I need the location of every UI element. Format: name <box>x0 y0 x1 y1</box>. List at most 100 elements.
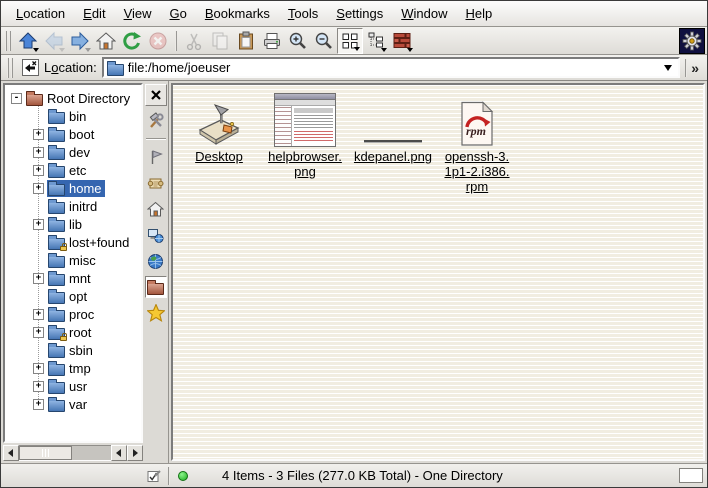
status-text: 4 Items - 3 Files (277.0 KB Total) - One… <box>222 468 503 483</box>
tree-view-button[interactable] <box>363 28 389 54</box>
clear-location-button[interactable] <box>22 59 39 76</box>
locked-folder-icon <box>48 238 65 250</box>
tree-item-lost-found[interactable]: lost+found <box>5 233 141 251</box>
file-item-helpbrowser[interactable]: helpbrowser.png <box>265 91 345 179</box>
tree-item-var[interactable]: + var <box>5 395 141 413</box>
up-button[interactable] <box>15 28 41 54</box>
tree-horizontal-scrollbar[interactable] <box>3 445 143 461</box>
close-icon <box>149 88 163 102</box>
file-label[interactable]: kdepanel.png <box>351 149 435 164</box>
expander-icon[interactable]: + <box>33 363 44 374</box>
location-dropdown-button[interactable] <box>660 60 675 75</box>
tree-item-usr[interactable]: + usr <box>5 377 141 395</box>
menu-go[interactable]: Go <box>161 3 196 24</box>
file-item-kdepanel[interactable]: kdepanel.png <box>351 91 435 164</box>
tree-item-initrd[interactable]: initrd <box>5 197 141 215</box>
print-button[interactable] <box>259 28 285 54</box>
sidebar-tab-root-directory[interactable] <box>145 276 167 298</box>
icon-view-button[interactable] <box>337 28 363 54</box>
location-toolbar: Location: file:/home/joeuser » <box>1 55 707 81</box>
statusbar-toggle-button[interactable] <box>145 467 162 484</box>
tree-item-home[interactable]: + home <box>5 179 141 197</box>
toolbar-overflow-button[interactable]: » <box>685 59 703 77</box>
menu-help[interactable]: Help <box>457 3 502 24</box>
paste-button[interactable] <box>233 28 259 54</box>
configure-tools-icon <box>147 112 165 130</box>
tree-item-boot[interactable]: + boot <box>5 125 141 143</box>
menu-window[interactable]: Window <box>392 3 456 24</box>
collapse-expander-icon[interactable]: - <box>11 93 22 104</box>
locked-folder-icon <box>48 328 65 340</box>
expander-icon[interactable]: + <box>33 129 44 140</box>
tree-item-lib[interactable]: + lib <box>5 215 141 233</box>
menu-bookmarks[interactable]: Bookmarks <box>196 3 279 24</box>
folder-icon <box>48 220 65 232</box>
sidebar-tab-network[interactable] <box>145 224 167 246</box>
tree-item-tmp[interactable]: + tmp <box>5 359 141 377</box>
cut-scissors-icon <box>184 31 204 51</box>
expander-icon[interactable]: + <box>33 147 44 158</box>
file-label[interactable]: Desktop <box>184 149 254 164</box>
expander-icon[interactable]: + <box>33 219 44 230</box>
sidebar-configure-button[interactable] <box>145 110 167 132</box>
status-bar: 4 Items - 3 Files (277.0 KB Total) - One… <box>1 463 707 487</box>
home-button[interactable] <box>93 28 119 54</box>
menu-view[interactable]: View <box>115 3 161 24</box>
file-label[interactable]: openssh-3.1p1-2.i386.rpm <box>444 149 510 194</box>
menu-settings[interactable]: Settings <box>327 3 392 24</box>
reload-button[interactable] <box>119 28 145 54</box>
scroll-right-button[interactable] <box>127 445 143 461</box>
main-area: - Root Directory bin + boot <box>1 81 707 463</box>
sidebar-tab-web[interactable] <box>145 250 167 272</box>
toolbar-drag-handle[interactable] <box>5 31 11 51</box>
file-item-openssh-rpm[interactable]: rpm openssh-3.1p1-2.i386.rpm <box>439 91 515 194</box>
location-input[interactable]: file:/home/joeuser <box>102 57 680 78</box>
tree-item-proc[interactable]: + proc <box>5 305 141 323</box>
file-label[interactable]: helpbrowser.png <box>266 149 344 179</box>
tabstrip-separator <box>146 138 166 140</box>
location-value[interactable]: file:/home/joeuser <box>128 60 656 75</box>
expander-icon[interactable]: + <box>33 273 44 284</box>
lock-icon <box>60 336 67 341</box>
scroll-left-button[interactable] <box>3 445 19 461</box>
expander-icon[interactable]: + <box>33 327 44 338</box>
tree-item-root-directory[interactable]: - Root Directory <box>5 89 141 107</box>
brick-view-button[interactable] <box>389 28 415 54</box>
zoom-in-button[interactable] <box>285 28 311 54</box>
tree-item-root-home[interactable]: + root <box>5 323 141 341</box>
tree-item-sbin[interactable]: sbin <box>5 341 141 359</box>
sidebar-tab-flag[interactable] <box>145 146 167 168</box>
sidebar-tab-home[interactable] <box>145 198 167 220</box>
scrollbar-thumb[interactable] <box>19 446 72 460</box>
sidebar-close-button[interactable] <box>145 84 167 106</box>
zoom-out-button[interactable] <box>311 28 337 54</box>
tree-item-misc[interactable]: misc <box>5 251 141 269</box>
tree-item-bin[interactable]: bin <box>5 107 141 125</box>
sidebar-tab-history[interactable] <box>145 172 167 194</box>
expander-icon[interactable]: + <box>33 381 44 392</box>
expander-icon[interactable]: + <box>33 165 44 176</box>
expander-icon[interactable]: + <box>33 399 44 410</box>
forward-button[interactable] <box>67 28 93 54</box>
sidebar-tab-bookmarks[interactable] <box>145 302 167 324</box>
expander-icon[interactable]: + <box>33 183 44 194</box>
file-item-desktop[interactable]: Desktop <box>181 91 257 164</box>
folder-icon <box>48 184 65 196</box>
menu-edit[interactable]: Edit <box>74 3 114 24</box>
tree-item-etc[interactable]: + etc <box>5 161 141 179</box>
tree-item-mnt[interactable]: + mnt <box>5 269 141 287</box>
locbar-drag-handle[interactable] <box>7 58 13 78</box>
location-label: Location: <box>44 60 97 75</box>
tree-item-opt[interactable]: opt <box>5 287 141 305</box>
scrollbar-track[interactable] <box>19 445 111 461</box>
scroll-left-button-2[interactable] <box>111 445 127 461</box>
file-view[interactable]: Desktop <box>171 83 705 461</box>
menu-tools[interactable]: Tools <box>279 3 327 24</box>
menu-location[interactable]: Location <box>7 3 74 24</box>
rpm-package-icon: rpm <box>459 101 495 147</box>
tree-item-dev[interactable]: + dev <box>5 143 141 161</box>
folder-icon <box>48 382 65 394</box>
desktop-folder-icon <box>196 103 242 147</box>
konqueror-throbber[interactable] <box>679 28 705 54</box>
expander-icon[interactable]: + <box>33 309 44 320</box>
